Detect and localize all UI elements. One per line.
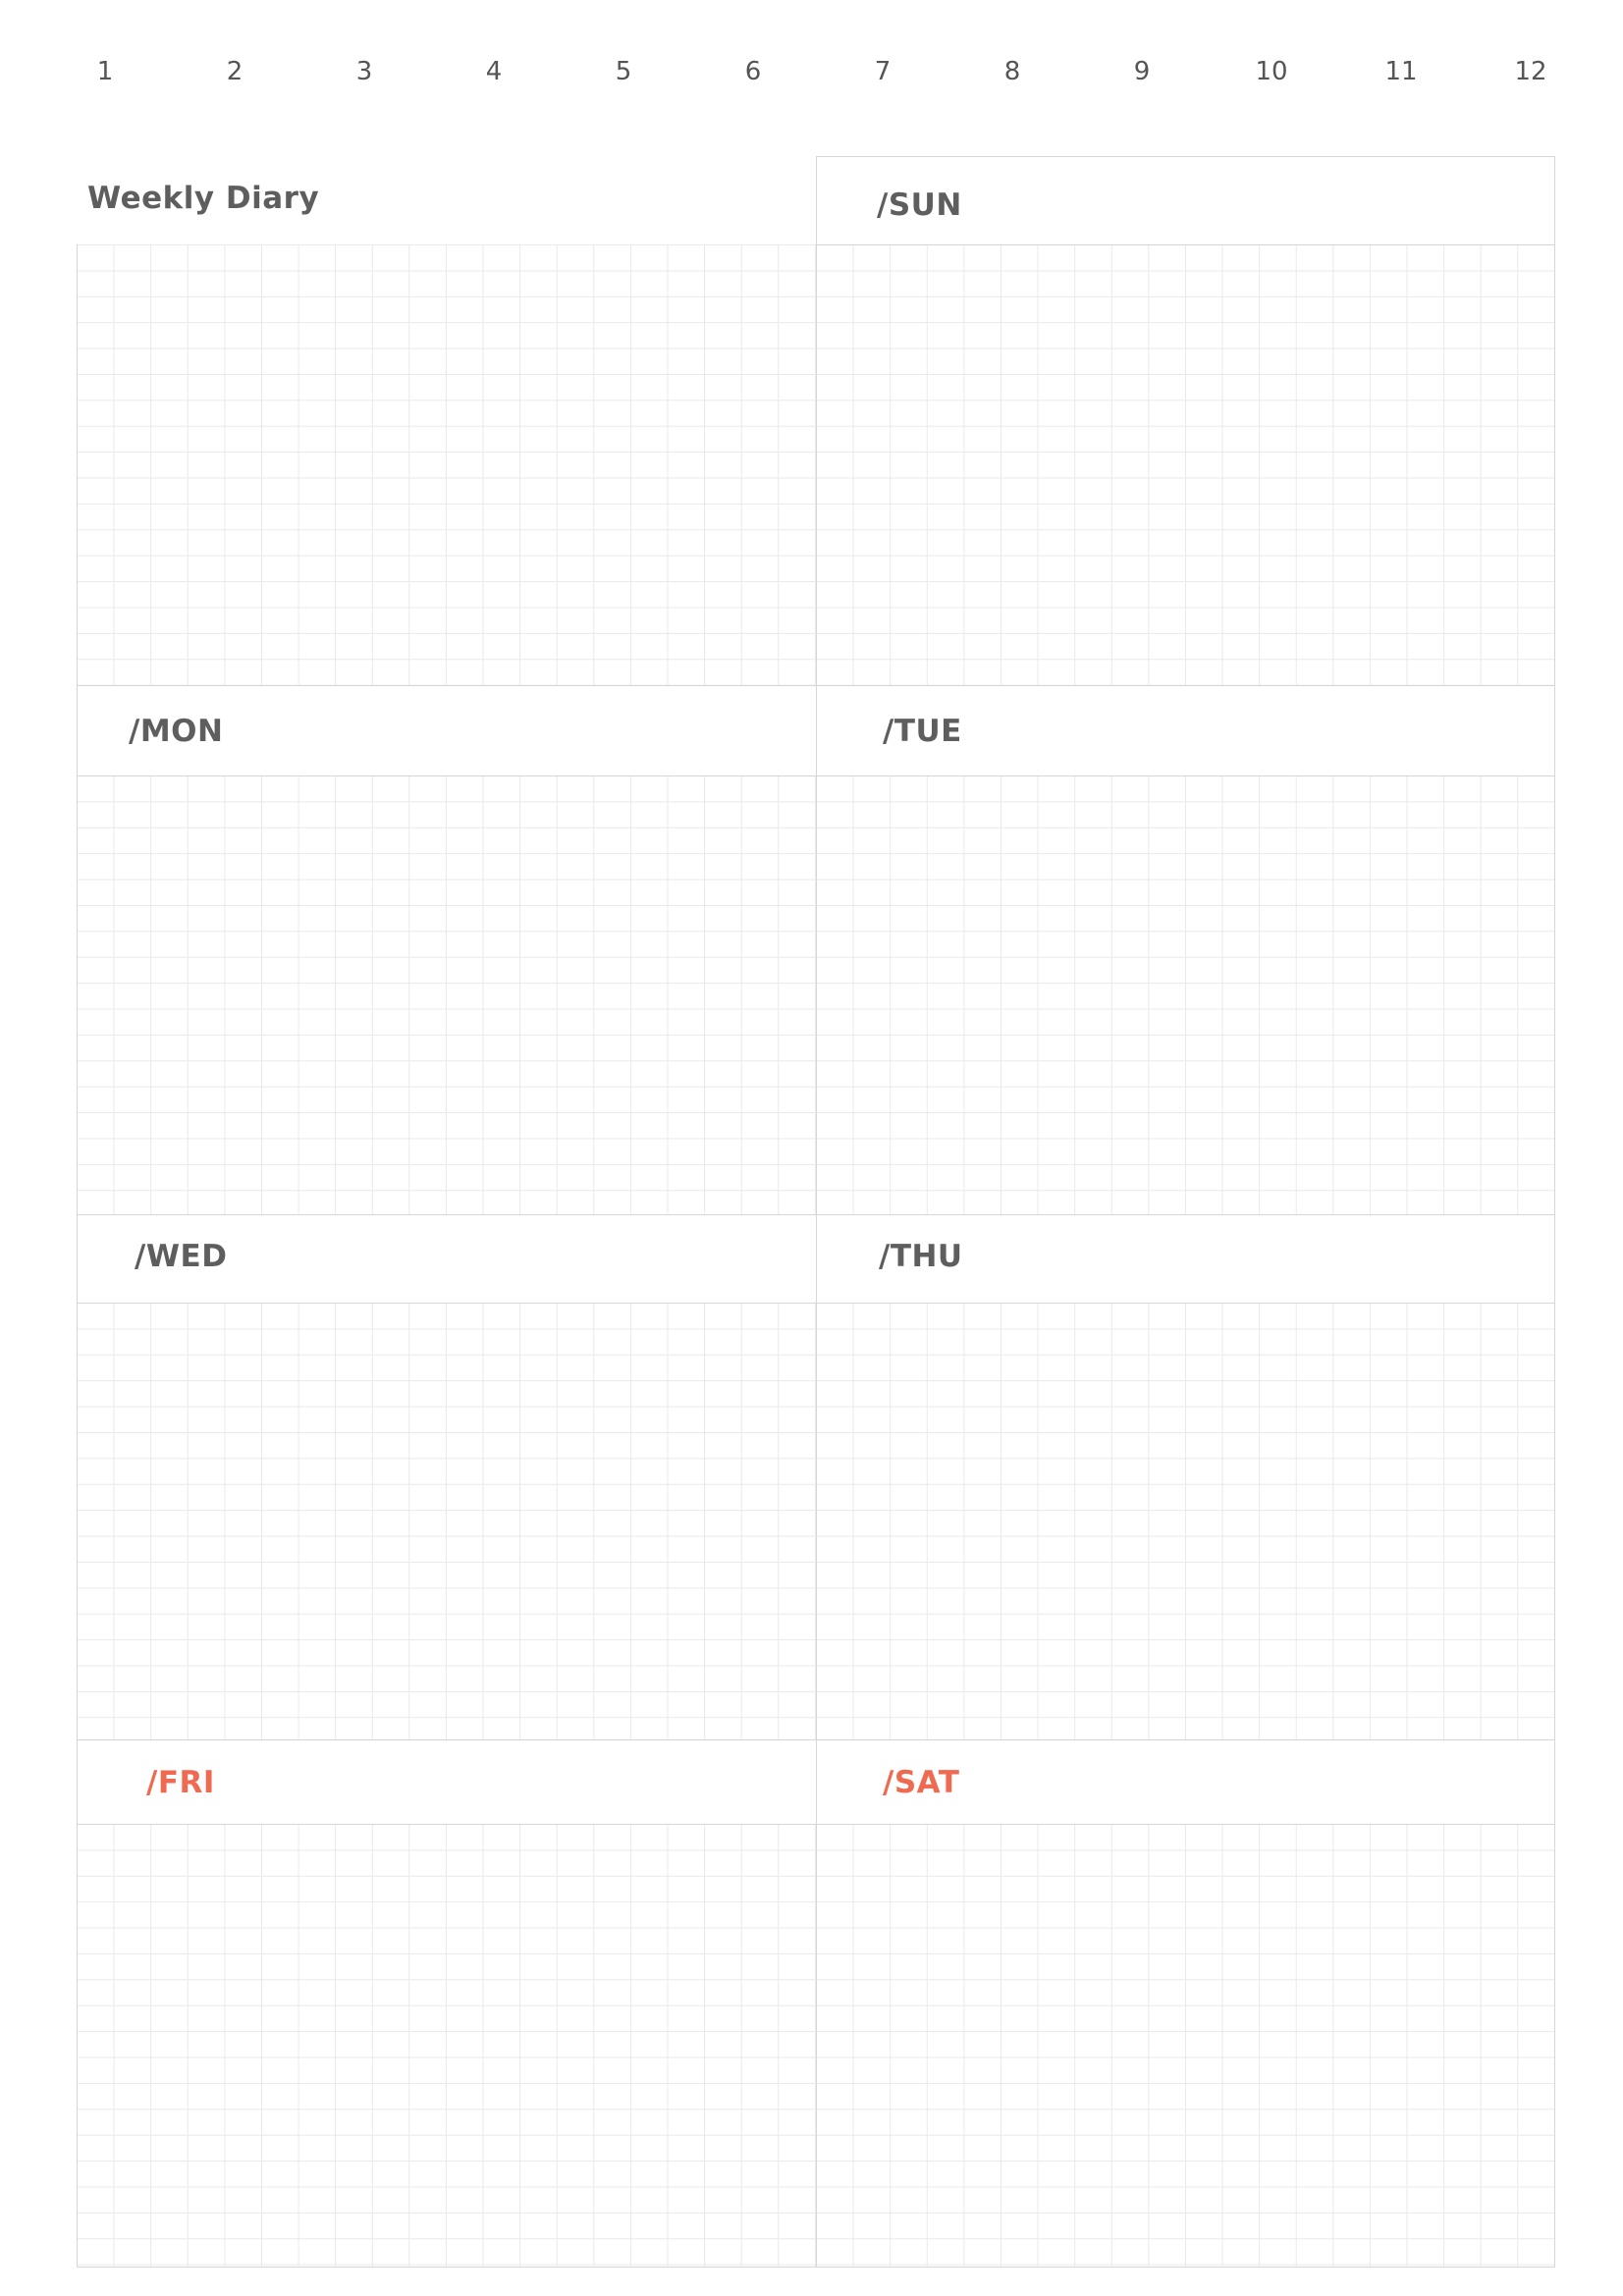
day-header-sun: /SUN	[816, 156, 1555, 244]
border-row-3	[77, 1214, 1555, 1215]
day-block-sun: /SUN	[816, 156, 1555, 685]
day-block-sat: /SAT	[816, 1739, 1555, 2268]
day-header-sat: /SAT	[816, 1739, 1555, 1824]
month-number[interactable]: 2	[205, 57, 264, 86]
day-label-fri: /FRI	[146, 1765, 215, 1800]
day-block-mon: /MON	[77, 685, 816, 1214]
day-header-fri: /FRI	[77, 1739, 816, 1824]
border-center	[816, 156, 817, 2268]
day-grid-sun[interactable]	[816, 244, 1555, 685]
day-grid-thu[interactable]	[816, 1303, 1555, 1739]
month-number[interactable]: 1	[76, 57, 135, 86]
border-right	[1554, 156, 1555, 2268]
month-number[interactable]: 10	[1242, 57, 1301, 86]
day-label-thu: /THU	[879, 1239, 963, 1274]
day-grid-wed[interactable]	[77, 1303, 816, 1739]
day-block-wed: /WED	[77, 1214, 816, 1739]
day-label-tue: /TUE	[883, 714, 962, 749]
day-header-thu: /THU	[816, 1214, 1555, 1303]
day-grid-mon[interactable]	[77, 775, 816, 1214]
month-number[interactable]: 5	[594, 57, 653, 86]
border-row-3-header	[77, 1303, 1555, 1304]
month-number[interactable]: 9	[1112, 57, 1171, 86]
day-header-mon: /MON	[77, 685, 816, 775]
day-grid-fri[interactable]	[77, 1824, 816, 2268]
month-number[interactable]: 12	[1501, 57, 1560, 86]
month-number[interactable]: 6	[724, 57, 783, 86]
page-title: Weekly Diary	[87, 181, 320, 216]
notes-block	[77, 244, 816, 685]
border-left	[77, 244, 78, 2268]
notes-grid[interactable]	[77, 244, 816, 685]
day-block-thu: /THU	[816, 1214, 1555, 1739]
day-label-mon: /MON	[129, 714, 224, 749]
month-number[interactable]: 11	[1372, 57, 1431, 86]
day-block-fri: /FRI	[77, 1739, 816, 2268]
day-header-wed: /WED	[77, 1214, 816, 1303]
border-row-4	[77, 1739, 1555, 1740]
border-row-1-header	[816, 244, 1555, 245]
day-label-wed: /WED	[135, 1239, 228, 1274]
month-number[interactable]: 8	[983, 57, 1042, 86]
month-index-row: 1 2 3 4 5 6 7 8 9 10 11 12	[0, 0, 1623, 147]
border-top-sun	[816, 156, 1555, 157]
month-number[interactable]: 4	[464, 57, 523, 86]
day-label-sat: /SAT	[883, 1765, 960, 1800]
border-row-2	[77, 685, 1555, 686]
day-grid-tue[interactable]	[816, 775, 1555, 1214]
day-grid-sat[interactable]	[816, 1824, 1555, 2268]
border-row-4-header	[77, 1824, 1555, 1825]
day-header-tue: /TUE	[816, 685, 1555, 775]
border-row-2-header	[77, 775, 1555, 776]
border-bottom	[77, 2267, 1555, 2268]
day-block-tue: /TUE	[816, 685, 1555, 1214]
day-label-sun: /SUN	[877, 187, 962, 223]
month-number[interactable]: 3	[335, 57, 394, 86]
month-number[interactable]: 7	[853, 57, 912, 86]
